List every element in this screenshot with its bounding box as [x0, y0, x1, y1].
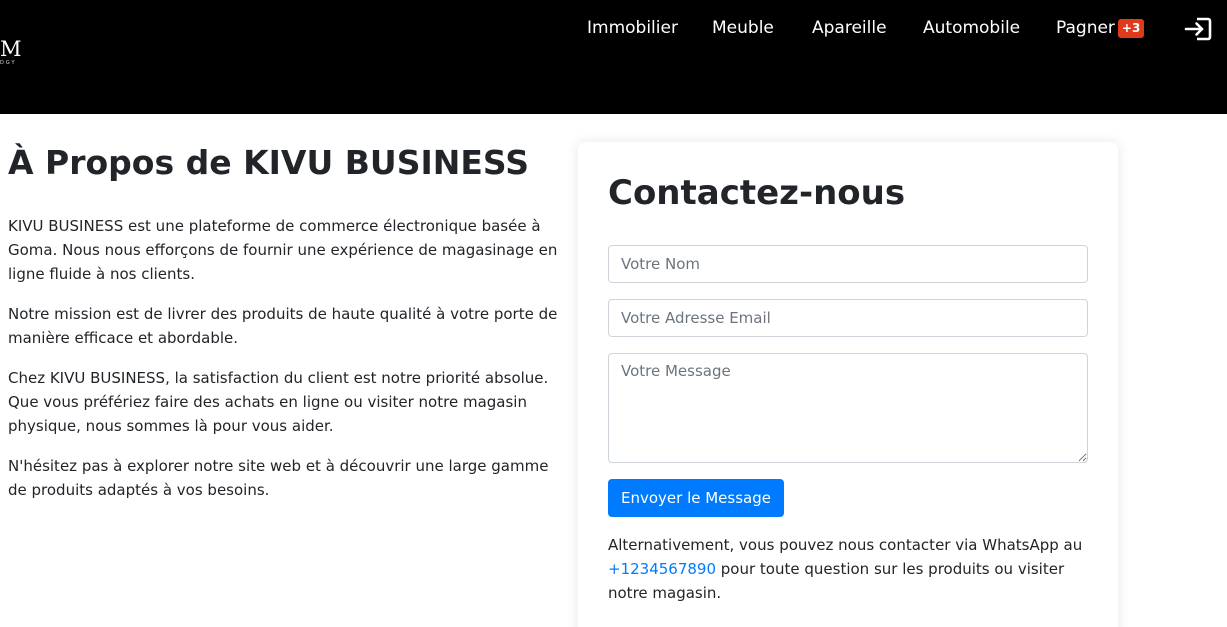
about-paragraph-4: N'hésitez pas à explorer notre site web … — [8, 457, 549, 499]
sign-in-icon[interactable] — [1184, 16, 1212, 42]
nav-link-immobilier[interactable]: Immobilier — [587, 17, 678, 39]
name-input[interactable] — [608, 245, 1088, 283]
whatsapp-text-before: Alternativement, vous pouvez nous contac… — [608, 536, 1083, 554]
send-message-button[interactable]: Envoyer le Message — [608, 479, 784, 517]
nav-link-apareille[interactable]: Apareille — [812, 17, 887, 39]
contact-title: Contactez-nous — [608, 173, 906, 213]
email-input[interactable] — [608, 299, 1088, 337]
about-paragraph-1: KIVU BUSINESS est une plateforme de comm… — [8, 217, 558, 283]
top-navbar: M DGY Immobilier Meuble Apareille Automo… — [0, 0, 1227, 114]
whatsapp-phone-link[interactable]: +1234567890 — [608, 560, 716, 578]
about-paragraph-3: Chez KIVU BUSINESS, la satisfaction du c… — [8, 369, 549, 435]
brand-logo[interactable]: M — [0, 37, 22, 61]
about-paragraph-2: Notre mission est de livrer des produits… — [8, 305, 558, 347]
message-textarea[interactable] — [608, 353, 1088, 463]
brand-logo-subtitle: DGY — [0, 60, 17, 66]
whatsapp-contact-text: Alternativement, vous pouvez nous contac… — [608, 533, 1098, 605]
nav-link-meuble[interactable]: Meuble — [712, 17, 774, 39]
about-title: À Propos de KIVU BUSINESS — [8, 143, 529, 182]
nav-link-automobile[interactable]: Automobile — [923, 17, 1020, 39]
nav-link-cart[interactable]: Pagner +3 — [1056, 17, 1145, 39]
cart-count-badge: +3 — [1117, 19, 1145, 38]
cart-label: Pagner — [1056, 18, 1115, 38]
